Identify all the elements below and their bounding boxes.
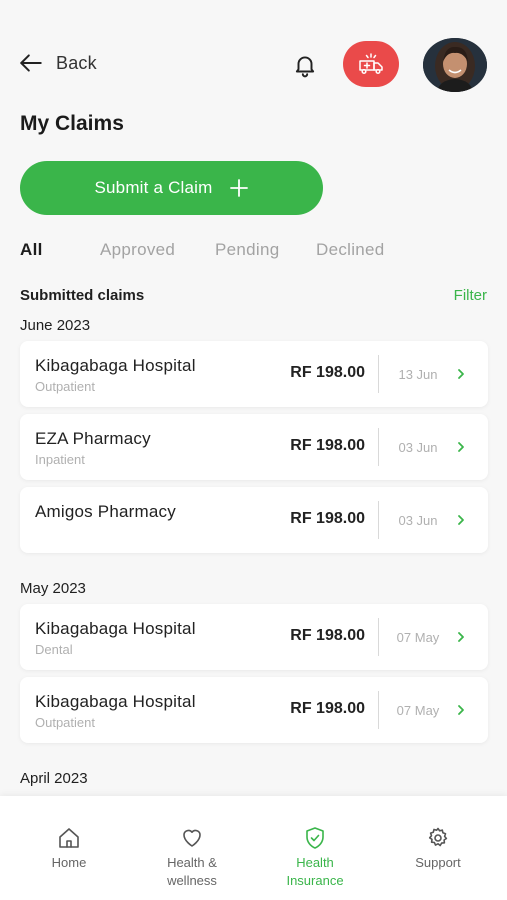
- claim-card[interactable]: Kibagabaga Hospital Outpatient RF 198.00…: [20, 677, 488, 743]
- home-icon: [59, 828, 79, 848]
- claim-card[interactable]: EZA Pharmacy Inpatient RF 198.00 03 Jun: [20, 414, 488, 480]
- claim-provider: Kibagabaga Hospital: [35, 692, 196, 711]
- filter-link[interactable]: Filter: [454, 287, 487, 304]
- claim-provider: Amigos Pharmacy: [35, 502, 176, 521]
- chevron-right-icon: [458, 632, 464, 642]
- divider: [378, 355, 379, 393]
- back-button[interactable]: Back: [18, 50, 97, 76]
- gear-icon: [428, 827, 448, 847]
- claim-date: 13 Jun: [398, 367, 438, 382]
- chevron-right-icon: [458, 515, 464, 525]
- page-title: My Claims: [20, 112, 124, 135]
- divider: [378, 501, 379, 539]
- shield-check-icon: [306, 827, 324, 849]
- submit-claim-label: Submit a Claim: [94, 178, 213, 197]
- month-heading: June 2023: [20, 317, 91, 334]
- claims-screen: Back My Claims Submit a Claim All Approv…: [0, 0, 507, 900]
- nav-support[interactable]: Support: [378, 796, 498, 900]
- claim-date: 07 May: [396, 703, 440, 718]
- plus-icon: [229, 179, 248, 197]
- tab-declined[interactable]: Declined: [316, 240, 385, 260]
- chevron-right-icon: [458, 442, 464, 452]
- month-heading: May 2023: [20, 580, 86, 597]
- claim-card[interactable]: Amigos Pharmacy RF 198.00 03 Jun: [20, 487, 488, 553]
- tab-all[interactable]: All: [20, 240, 43, 260]
- claim-type: Outpatient: [35, 379, 95, 394]
- nav-support-label: Support: [415, 855, 461, 870]
- chevron-right-icon: [458, 705, 464, 715]
- nav-health-wellness-label: Health & wellness: [167, 855, 217, 888]
- tab-approved[interactable]: Approved: [100, 240, 175, 260]
- month-heading: April 2023: [20, 770, 88, 787]
- claim-card[interactable]: Kibagabaga Hospital Outpatient RF 198.00…: [20, 341, 488, 407]
- back-label: Back: [56, 52, 97, 73]
- submit-claim-button[interactable]: Submit a Claim: [20, 161, 323, 215]
- claim-date: 03 Jun: [398, 513, 438, 528]
- claim-amount: RF 198.00: [290, 364, 365, 381]
- profile-photo: [423, 38, 487, 92]
- nav-home-label: Home: [51, 855, 87, 870]
- divider: [378, 618, 379, 656]
- claim-amount: RF 198.00: [290, 510, 365, 527]
- nav-health-insurance[interactable]: Health Insurance: [255, 796, 375, 900]
- claim-type: Outpatient: [35, 715, 95, 730]
- list-heading: Submitted claims: [20, 287, 145, 304]
- claim-amount: RF 198.00: [290, 627, 365, 644]
- claim-provider: Kibagabaga Hospital: [35, 356, 196, 375]
- chevron-right-icon: [458, 369, 464, 379]
- claim-date: 03 Jun: [398, 440, 438, 455]
- emergency-button[interactable]: [343, 41, 399, 87]
- arrow-left-icon: [20, 54, 42, 72]
- bottom-navigation: Home Health & wellness Health Insurance …: [0, 796, 507, 900]
- nav-home[interactable]: Home: [9, 796, 129, 900]
- divider: [378, 691, 379, 729]
- claim-provider: EZA Pharmacy: [35, 429, 151, 448]
- divider: [378, 428, 379, 466]
- claim-type: Inpatient: [35, 452, 85, 467]
- claim-amount: RF 198.00: [290, 700, 365, 717]
- tab-pending[interactable]: Pending: [215, 240, 280, 260]
- claim-provider: Kibagabaga Hospital: [35, 619, 196, 638]
- ambulance-icon: [359, 53, 383, 75]
- nav-health-insurance-label: Health Insurance: [286, 855, 344, 888]
- claim-type: Dental: [35, 642, 73, 657]
- avatar[interactable]: [423, 38, 487, 92]
- claim-card[interactable]: Kibagabaga Hospital Dental RF 198.00 07 …: [20, 604, 488, 670]
- heart-icon: [183, 829, 201, 847]
- bell-icon[interactable]: [292, 52, 318, 78]
- claim-amount: RF 198.00: [290, 437, 365, 454]
- claim-date: 07 May: [396, 630, 440, 645]
- nav-health-wellness[interactable]: Health & wellness: [132, 796, 252, 900]
- top-bar: Back: [0, 0, 507, 105]
